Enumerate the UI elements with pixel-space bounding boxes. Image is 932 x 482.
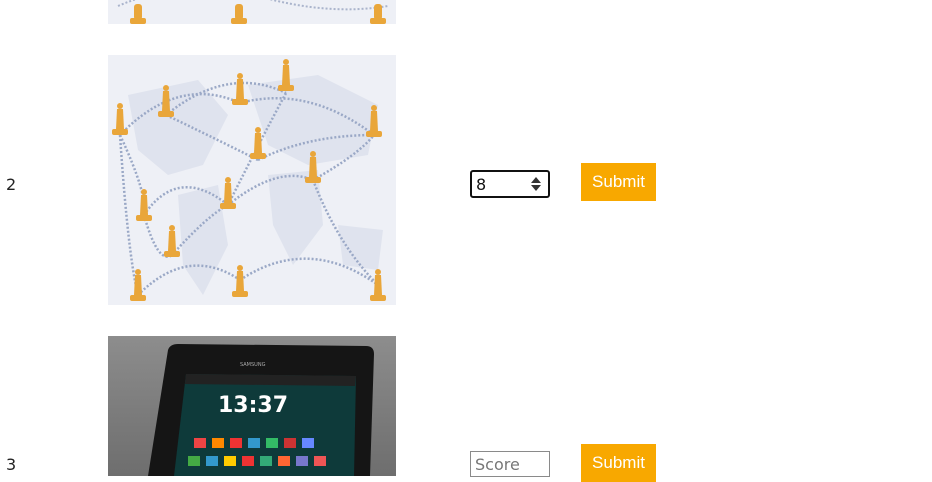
number-spinner-icon[interactable] [528,173,544,195]
tablet-clock-text: 13:37 [218,393,288,418]
row-1-image [108,0,396,24]
row-2-network-map-image [108,55,396,305]
row-2-number: 2 [6,175,17,194]
row-3-score-placeholder: Score [475,454,520,474]
tablet-brand-text: SAMSUNG [240,362,266,368]
row-3-submit-button[interactable]: Submit [581,444,656,482]
row-3-number: 3 [6,455,17,474]
row-2-score-input[interactable]: 8 [470,170,550,198]
row-2-submit-button[interactable]: Submit [581,163,656,201]
row-3-score-input[interactable]: Score [470,451,550,477]
row-3-tablet-image: 13:37 SAMSUNG [108,336,396,476]
row-2-score-value: 8 [476,174,487,194]
